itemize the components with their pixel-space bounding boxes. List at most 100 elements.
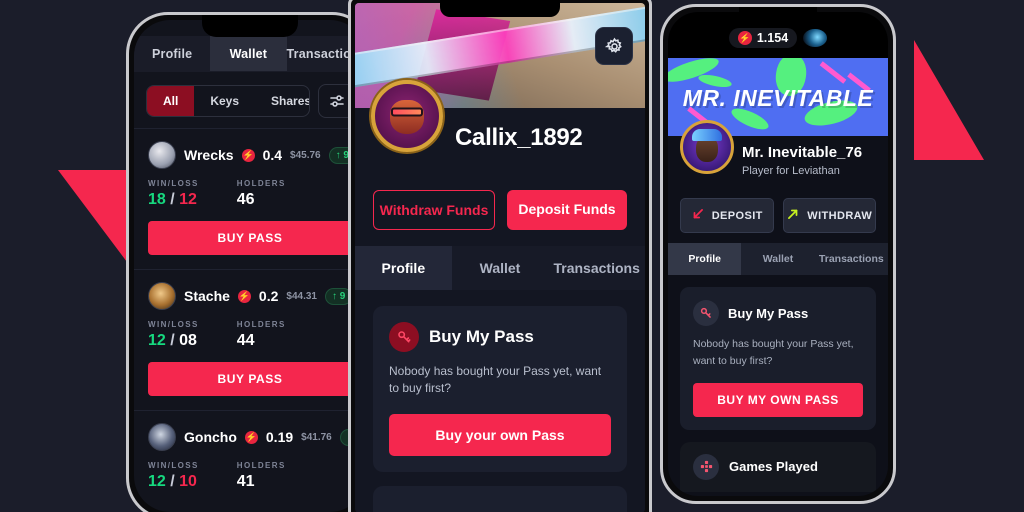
gamepad-icon bbox=[693, 453, 719, 480]
balance-pill[interactable]: ⚡ 1.154 bbox=[728, 28, 798, 48]
player-name: Stache bbox=[184, 288, 230, 304]
holders-label: HOLDERS bbox=[236, 320, 286, 329]
games-played-title: Games Played bbox=[729, 459, 818, 475]
filter-chip-keys[interactable]: Keys bbox=[194, 86, 255, 116]
tab-profile[interactable]: Profile bbox=[134, 36, 210, 71]
buy-pass-button[interactable]: BUY PASS bbox=[148, 362, 352, 396]
tab-transactions[interactable]: Transactions bbox=[548, 246, 645, 290]
row-stats: WIN/LOSS 18 / 12 HOLDERS 46 bbox=[148, 179, 352, 209]
tab-wallet[interactable]: Wallet bbox=[210, 36, 287, 71]
holders-label: HOLDERS bbox=[236, 461, 286, 470]
buy-pass-button[interactable]: BUY PASS bbox=[148, 221, 352, 255]
holders-stat: HOLDERS 46 bbox=[237, 179, 286, 209]
usd-value: $41.76 bbox=[301, 431, 332, 443]
card-subtitle: Nobody has bought your Pass yet, want to… bbox=[693, 336, 863, 370]
tab-profile[interactable]: Profile bbox=[668, 243, 742, 275]
arrow-up-right-icon bbox=[786, 207, 800, 224]
avatar-face bbox=[390, 100, 424, 135]
avatar[interactable] bbox=[680, 120, 734, 174]
token-amount: 0.2 bbox=[258, 288, 279, 304]
tab-wallet[interactable]: Wallet bbox=[452, 246, 549, 290]
left-filter-bar: All Keys Shares bbox=[134, 72, 366, 128]
winloss-label: WIN/LOSS bbox=[148, 320, 199, 329]
card-header: Buy My Pass bbox=[389, 322, 611, 352]
holders-stat: HOLDERS 41 bbox=[237, 461, 286, 491]
tab-transactions[interactable]: Transactions bbox=[815, 243, 888, 275]
withdraw-funds-button[interactable]: Withdraw Funds bbox=[373, 190, 495, 230]
holders-stat: HOLDERS 44 bbox=[237, 320, 286, 350]
deposit-funds-button[interactable]: Deposit Funds bbox=[507, 190, 627, 230]
buy-my-pass-card: Buy My Pass Nobody has bought your Pass … bbox=[680, 287, 876, 430]
power-button[interactable] bbox=[894, 157, 896, 201]
next-card-partial[interactable] bbox=[373, 485, 627, 512]
token-amount: 0.19 bbox=[265, 429, 294, 445]
avatar-sunglasses bbox=[391, 107, 423, 117]
player-name: Goncho bbox=[184, 429, 237, 445]
avatar bbox=[148, 141, 176, 169]
winloss-stat: WIN/LOSS 18 / 12 bbox=[148, 179, 199, 209]
list-item[interactable]: Stache ⚡ 0.2 $44.31 ↑ 9 WIN/LOSS 12 / 08… bbox=[134, 269, 366, 410]
skin-orb-icon[interactable] bbox=[803, 29, 828, 47]
winloss-label: WIN/LOSS bbox=[148, 461, 199, 470]
card-subtitle-line1: Nobody has bought your Pass yet, bbox=[693, 338, 854, 350]
tab-profile[interactable]: Profile bbox=[355, 246, 452, 290]
filter-chip-shares[interactable]: Shares bbox=[255, 86, 309, 116]
avatar bbox=[148, 282, 176, 310]
center-screen: Callix_1892 Withdraw Funds Deposit Funds… bbox=[355, 3, 645, 512]
row-header: Wrecks ⚡ 0.4 $45.76 ↑ 9 bbox=[148, 141, 356, 169]
profile-identity-row: Callix_1892 bbox=[355, 80, 645, 180]
gear-icon[interactable] bbox=[595, 27, 633, 65]
row-header: Stache ⚡ 0.2 $44.31 ↑ 9 bbox=[148, 282, 353, 310]
profile-identity-row: Mr. Inevitable_76 Player for Leviathan bbox=[668, 120, 888, 192]
token-icon: ⚡ bbox=[737, 31, 752, 45]
card-subtitle-line2: want to buy first? bbox=[693, 354, 773, 367]
token-amount: 0.4 bbox=[262, 147, 283, 163]
phone-notch bbox=[202, 15, 298, 37]
withdraw-label: WITHDRAW bbox=[807, 209, 873, 222]
winloss-stat: WIN/LOSS 12 / 10 bbox=[148, 461, 199, 491]
tab-wallet[interactable]: Wallet bbox=[741, 243, 814, 275]
page-title: Callix_1892 bbox=[455, 124, 583, 151]
usd-value: $44.31 bbox=[286, 290, 317, 302]
filter-chip-all[interactable]: All bbox=[147, 86, 195, 116]
token-icon: ⚡ bbox=[237, 289, 251, 303]
phone-mockup-left: Profile Wallet Transactions All Keys Sha… bbox=[126, 12, 374, 512]
row-header: Goncho ⚡ 0.19 $41.76 ↑ 9 bbox=[148, 423, 366, 451]
list-item[interactable]: Goncho ⚡ 0.19 $41.76 ↑ 9 WIN/LOSS 12 / 1… bbox=[134, 410, 366, 505]
deposit-label: DEPOSIT bbox=[711, 209, 763, 222]
winloss-label: WIN/LOSS bbox=[148, 179, 199, 188]
deposit-button[interactable]: DEPOSIT bbox=[680, 198, 774, 233]
buy-my-own-pass-button[interactable]: BUY MY OWN PASS bbox=[693, 382, 863, 417]
left-screen: Profile Wallet Transactions All Keys Sha… bbox=[134, 20, 366, 512]
left-tab-bar: Profile Wallet Transactions bbox=[134, 36, 366, 72]
phone-mockup-right: ⚡ 1.154 MR. INEVITABLE Mr. Inevitable_76… bbox=[660, 4, 896, 504]
winloss-value: 18 / 12 bbox=[148, 191, 197, 208]
avatar-headwear bbox=[692, 129, 722, 142]
right-screen: ⚡ 1.154 MR. INEVITABLE Mr. Inevitable_76… bbox=[668, 12, 888, 496]
center-tab-bar: Profile Wallet Transactions bbox=[355, 246, 645, 290]
right-tab-bar: Profile Wallet Transactions bbox=[668, 243, 888, 275]
list-item[interactable]: Wrecks ⚡ 0.4 $45.76 ↑ 9 WIN/LOSS 18 / 12… bbox=[134, 128, 366, 269]
card-header: Buy My Pass bbox=[693, 300, 863, 326]
token-icon: ⚡ bbox=[244, 430, 258, 444]
winloss-stat: WIN/LOSS 12 / 08 bbox=[148, 320, 199, 350]
key-icon bbox=[389, 322, 419, 352]
buy-my-pass-card: Buy My Pass Nobody has bought your Pass … bbox=[373, 306, 627, 472]
row-stats: WIN/LOSS 12 / 08 HOLDERS 44 bbox=[148, 320, 352, 350]
avatar[interactable] bbox=[371, 80, 443, 152]
banner-streak bbox=[819, 61, 847, 84]
withdraw-button[interactable]: WITHDRAW bbox=[782, 198, 876, 233]
volume-up-button[interactable] bbox=[126, 155, 128, 181]
winloss-value: 12 / 08 bbox=[148, 332, 197, 349]
filter-chip-group: All Keys Shares bbox=[146, 85, 311, 117]
balance-amount: 1.154 bbox=[756, 31, 789, 45]
center-action-row: Withdraw Funds Deposit Funds bbox=[355, 180, 645, 246]
token-icon: ⚡ bbox=[241, 148, 255, 162]
holders-value: 46 bbox=[236, 191, 255, 208]
volume-down-button[interactable] bbox=[126, 191, 128, 217]
games-played-card[interactable]: Games Played bbox=[680, 441, 876, 492]
holders-label: HOLDERS bbox=[236, 179, 286, 188]
buy-your-own-pass-button[interactable]: Buy your own Pass bbox=[389, 413, 611, 456]
key-icon bbox=[693, 300, 719, 326]
winloss-value: 12 / 10 bbox=[148, 473, 197, 490]
